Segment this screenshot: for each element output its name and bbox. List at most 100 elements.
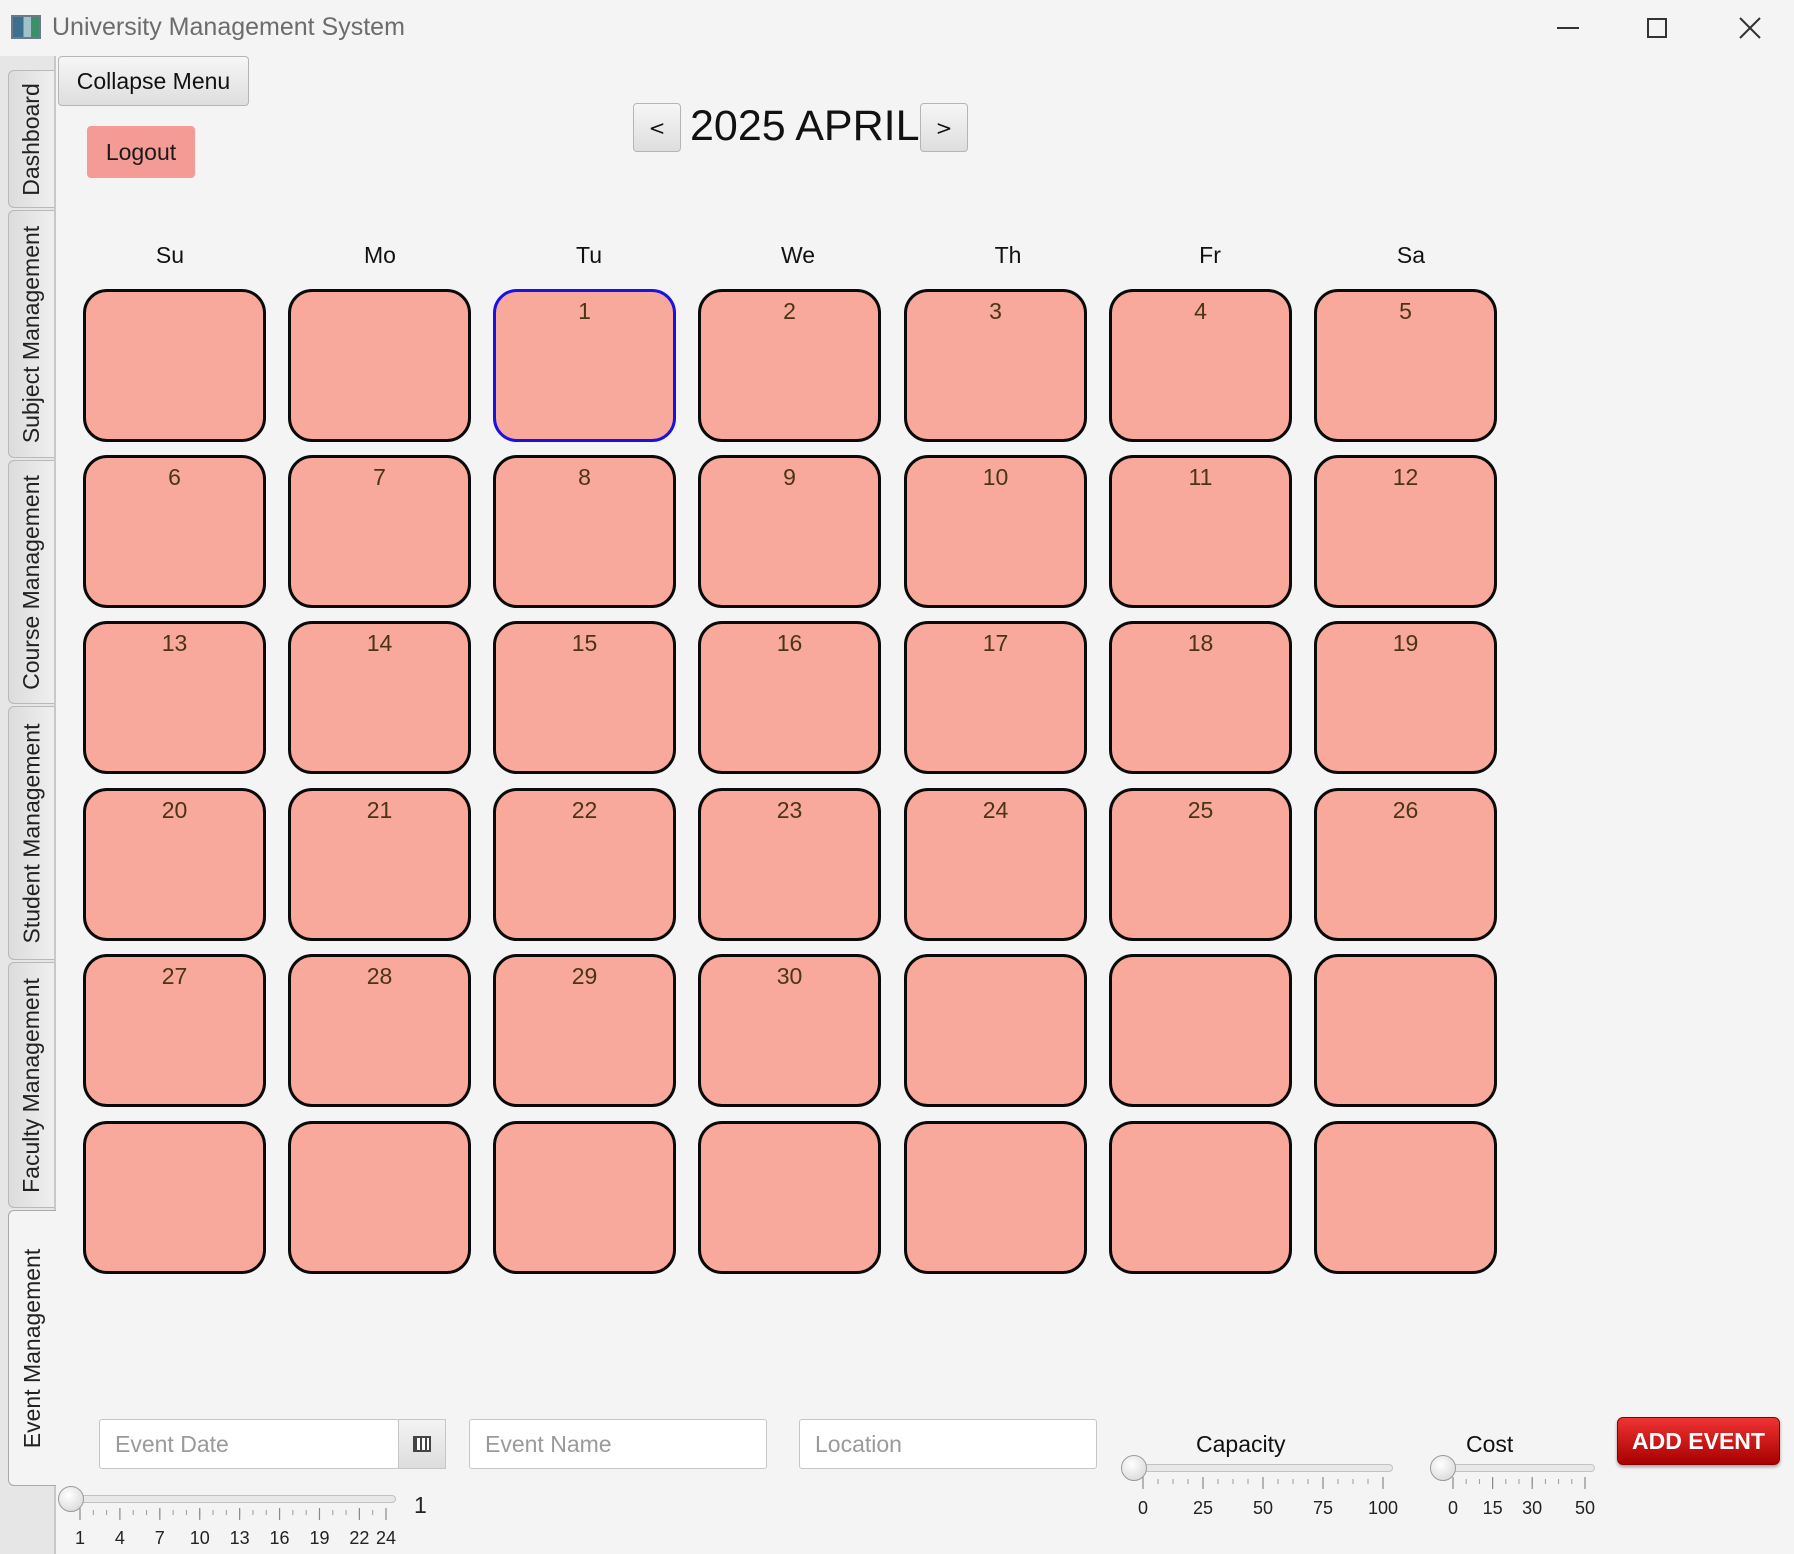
day-number: 24: [982, 797, 1009, 823]
day-number: 19: [1392, 630, 1419, 656]
calendar-cell-empty[interactable]: [493, 1121, 676, 1274]
day-number: 16: [776, 630, 803, 656]
next-month-button[interactable]: >: [920, 103, 968, 152]
day-number: 1: [578, 298, 591, 324]
calendar-day-11[interactable]: 11: [1109, 455, 1292, 608]
calendar-day-4[interactable]: 4: [1109, 289, 1292, 442]
tab-subject-management[interactable]: Subject Management: [8, 210, 54, 458]
capacity-slider-track[interactable]: [1133, 1464, 1393, 1472]
date-picker-button[interactable]: [398, 1419, 446, 1469]
minimize-button[interactable]: [1538, 8, 1598, 48]
tick-label: 7: [154, 1528, 165, 1548]
maximize-button[interactable]: [1627, 8, 1687, 48]
tick-label: 75: [1312, 1498, 1334, 1518]
location-field[interactable]: [799, 1419, 1097, 1469]
calendar-day-12[interactable]: 12: [1314, 455, 1497, 608]
tab-dashboard[interactable]: Dashboard: [8, 70, 54, 208]
calendar-day-9[interactable]: 9: [698, 455, 881, 608]
day-number: 14: [366, 630, 393, 656]
calendar-day-6[interactable]: 6: [83, 455, 266, 608]
event-name-field[interactable]: [469, 1419, 767, 1469]
calendar-cell-empty[interactable]: [698, 1121, 881, 1274]
day-number: 18: [1187, 630, 1214, 656]
calendar-day-2[interactable]: 2: [698, 289, 881, 442]
weekday-fr: Fr: [1199, 242, 1221, 268]
calendar-day-16[interactable]: 16: [698, 621, 881, 774]
previous-month-button[interactable]: <: [633, 103, 681, 152]
add-event-button[interactable]: ADD EVENT: [1617, 1417, 1780, 1465]
day-number: 11: [1188, 464, 1213, 490]
calendar-day-26[interactable]: 26: [1314, 788, 1497, 941]
calendar-icon: [413, 1436, 431, 1452]
calendar-day-27[interactable]: 27: [83, 954, 266, 1107]
calendar-cell-empty[interactable]: [1109, 954, 1292, 1107]
weekday-we: We: [780, 242, 816, 268]
calendar-day-14[interactable]: 14: [288, 621, 471, 774]
tick-label: 100: [1367, 1498, 1399, 1518]
tab-label: Dashboard: [18, 82, 44, 196]
calendar-cell-empty[interactable]: [1109, 1121, 1292, 1274]
day-number: 17: [982, 630, 1009, 656]
calendar-day-22[interactable]: 22: [493, 788, 676, 941]
cost-slider-thumb[interactable]: [1430, 1455, 1456, 1481]
calendar-cell-empty[interactable]: [1314, 954, 1497, 1107]
calendar-cell-empty[interactable]: [1314, 1121, 1497, 1274]
tab-faculty-management[interactable]: Faculty Management: [8, 962, 54, 1208]
calendar-day-30[interactable]: 30: [698, 954, 881, 1107]
calendar-day-18[interactable]: 18: [1109, 621, 1292, 774]
day-number: 13: [161, 630, 188, 656]
calendar-day-5[interactable]: 5: [1314, 289, 1497, 442]
calendar-day-15[interactable]: 15: [493, 621, 676, 774]
day-number: 5: [1399, 298, 1412, 324]
tab-event-management[interactable]: Event Management: [8, 1210, 56, 1486]
duration-slider-thumb[interactable]: [58, 1486, 84, 1512]
cost-slider-track[interactable]: [1443, 1464, 1595, 1472]
close-button[interactable]: [1720, 8, 1780, 48]
tick-label: 4: [114, 1528, 125, 1548]
weekday-su: Su: [155, 242, 185, 268]
calendar-day-25[interactable]: 25: [1109, 788, 1292, 941]
tick-label: 1: [74, 1528, 86, 1548]
day-number: 27: [161, 963, 188, 989]
calendar-day-8[interactable]: 8: [493, 455, 676, 608]
duration-slider-track[interactable]: [70, 1495, 396, 1503]
calendar-cell-empty[interactable]: [83, 1121, 266, 1274]
side-tab-strip: Dashboard Subject Management Course Mana…: [0, 56, 56, 1554]
calendar-day-19[interactable]: 19: [1314, 621, 1497, 774]
calendar-day-21[interactable]: 21: [288, 788, 471, 941]
calendar-day-17[interactable]: 17: [904, 621, 1087, 774]
capacity-slider-thumb[interactable]: [1121, 1455, 1147, 1481]
tick-label: 19: [309, 1528, 330, 1548]
calendar-day-13[interactable]: 13: [83, 621, 266, 774]
app-icon: [11, 15, 41, 39]
calendar-day-7[interactable]: 7: [288, 455, 471, 608]
calendar-day-20[interactable]: 20: [83, 788, 266, 941]
calendar-cell-empty[interactable]: [904, 954, 1087, 1107]
tab-label: Faculty Management: [18, 977, 44, 1193]
calendar-day-28[interactable]: 28: [288, 954, 471, 1107]
window-title: University Management System: [52, 13, 405, 41]
event-date-field[interactable]: [99, 1419, 399, 1469]
calendar-day-23[interactable]: 23: [698, 788, 881, 941]
logout-button[interactable]: Logout: [87, 126, 195, 178]
calendar-cell-empty[interactable]: [83, 289, 266, 442]
calendar-day-3[interactable]: 3: [904, 289, 1087, 442]
calendar-day-1[interactable]: 1: [493, 289, 676, 442]
calendar-day-29[interactable]: 29: [493, 954, 676, 1107]
calendar-cell-empty[interactable]: [288, 289, 471, 442]
day-number: 4: [1194, 298, 1207, 324]
calendar-day-10[interactable]: 10: [904, 455, 1087, 608]
calendar-cell-empty[interactable]: [904, 1121, 1087, 1274]
tab-course-management[interactable]: Course Management: [8, 460, 54, 704]
calendar-day-24[interactable]: 24: [904, 788, 1087, 941]
tick-label: 0: [1447, 1498, 1459, 1518]
day-number: 30: [776, 963, 803, 989]
day-number: 21: [366, 797, 393, 823]
tick-label: 15: [1482, 1498, 1503, 1518]
tab-student-management[interactable]: Student Management: [8, 706, 54, 960]
tick-label: 16: [269, 1528, 290, 1548]
day-number: 6: [168, 464, 181, 490]
tab-label: Student Management: [18, 723, 44, 943]
collapse-menu-button[interactable]: Collapse Menu: [58, 56, 249, 106]
calendar-cell-empty[interactable]: [288, 1121, 471, 1274]
